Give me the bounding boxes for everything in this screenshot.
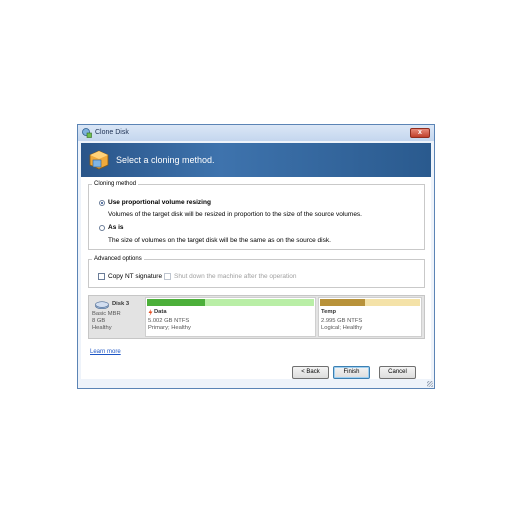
partition-temp-size: 2.995 GB NTFS xyxy=(321,318,363,324)
close-icon: x xyxy=(418,129,422,136)
close-button[interactable]: x xyxy=(410,128,430,138)
window-title: Clone Disk xyxy=(95,129,129,136)
advanced-options-legend: Advanced options xyxy=(94,256,142,262)
shutdown-label: Shut down the machine after the operatio… xyxy=(174,273,297,280)
cloning-method-legend: Cloning method xyxy=(94,181,137,187)
advanced-options-group: Advanced options Copy NT signature Shut … xyxy=(88,256,425,288)
partition-temp-status: Logical; Healthy xyxy=(321,325,363,331)
partition-temp-usage-bar xyxy=(320,299,420,306)
partition-data-size: 5.002 GB NTFS xyxy=(148,318,190,324)
partition-data-name: Data xyxy=(154,309,167,315)
disk-info[interactable]: Disk 3 Basic MBR 8 GB Healthy xyxy=(90,297,142,337)
back-button[interactable]: < Back xyxy=(292,366,329,379)
clone-disk-header-icon xyxy=(89,150,109,170)
partition-data-used-fill xyxy=(147,299,206,306)
partition-temp-name: Temp xyxy=(321,309,337,315)
partition-temp-used-fill xyxy=(320,299,365,306)
clone-disk-window: Clone Disk x Select a cloning method. Cl… xyxy=(77,124,435,389)
shutdown-checkbox[interactable] xyxy=(164,273,171,280)
wizard-content: Cloning method Use proportional volume r… xyxy=(81,177,431,379)
clone-disk-app-icon xyxy=(82,128,92,138)
partition-data-usage-bar xyxy=(147,299,314,306)
copy-nt-signature-label[interactable]: Copy NT signature xyxy=(108,273,162,280)
learn-more-link[interactable]: Learn more xyxy=(90,349,121,355)
cloning-method-group: Cloning method Use proportional volume r… xyxy=(88,181,425,250)
header-title: Select a cloning method. xyxy=(116,155,215,165)
as-is-radio[interactable] xyxy=(99,225,105,231)
as-is-description: The size of volumes on the target disk w… xyxy=(108,237,331,244)
as-is-label[interactable]: As is xyxy=(108,224,124,231)
proportional-resizing-description: Volumes of the target disk will be resiz… xyxy=(108,211,362,218)
disk-type: Basic MBR xyxy=(92,311,121,317)
disk-icon xyxy=(95,301,109,309)
title-bar[interactable]: Clone Disk x xyxy=(78,125,434,141)
copy-nt-signature-checkbox[interactable] xyxy=(98,273,105,280)
disk-size: 8 GB xyxy=(92,318,106,324)
disk-status: Healthy xyxy=(92,325,112,331)
proportional-resizing-label[interactable]: Use proportional volume resizing xyxy=(108,199,211,206)
disk-map: Disk 3 Basic MBR 8 GB Healthy Data 5.002… xyxy=(88,295,425,339)
finish-button[interactable]: Finish xyxy=(333,366,370,379)
resize-grip[interactable] xyxy=(427,381,433,387)
partition-temp[interactable]: Temp 2.995 GB NTFS Logical; Healthy xyxy=(318,297,422,337)
wizard-header: Select a cloning method. xyxy=(81,143,431,177)
partition-data[interactable]: Data 5.002 GB NTFS Primary; Healthy xyxy=(145,297,316,337)
disk-name: Disk 3 xyxy=(112,301,130,307)
system-flag-icon xyxy=(148,309,153,316)
cancel-button[interactable]: Cancel xyxy=(379,366,416,379)
proportional-resizing-radio[interactable] xyxy=(99,200,105,206)
partition-data-status: Primary; Healthy xyxy=(148,325,191,331)
